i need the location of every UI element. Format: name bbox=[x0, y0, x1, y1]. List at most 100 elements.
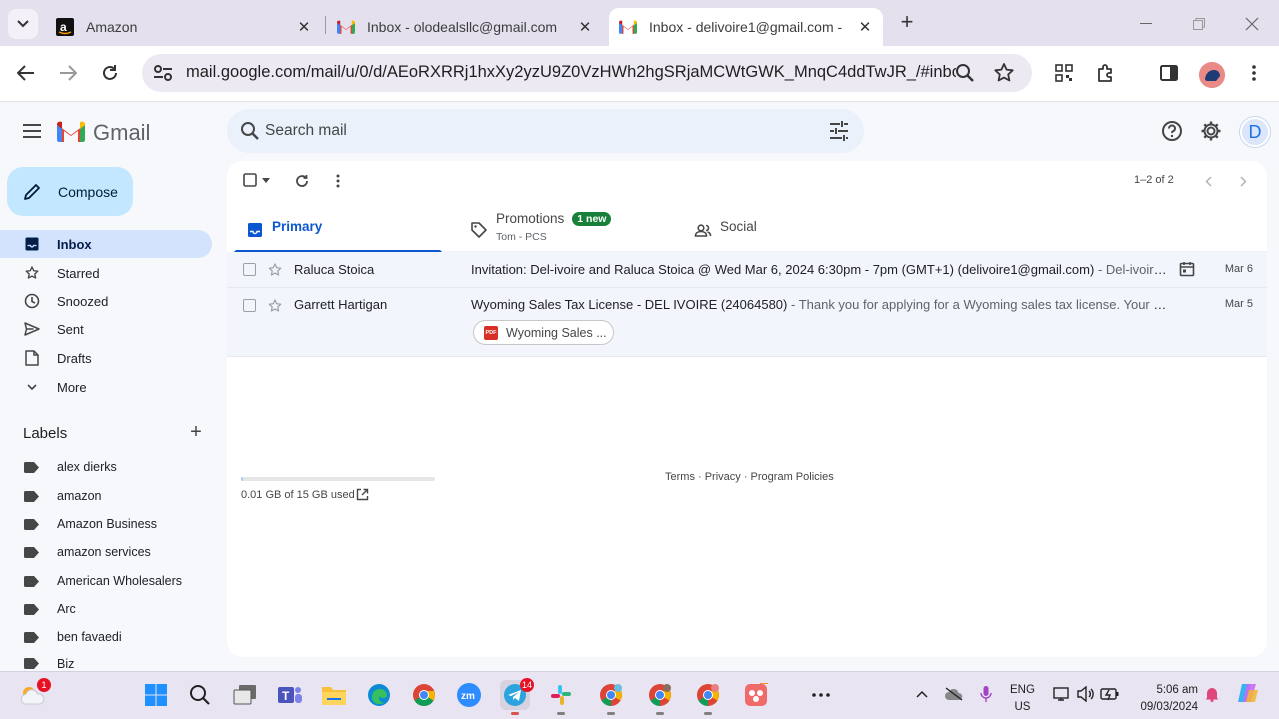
nav-more[interactable]: More bbox=[0, 373, 212, 401]
copilot-icon[interactable] bbox=[1236, 683, 1260, 703]
tab-social[interactable]: Social bbox=[682, 207, 890, 252]
label-item[interactable]: Amazon Business bbox=[0, 510, 212, 538]
label-item[interactable]: amazon bbox=[0, 482, 212, 510]
forward-icon[interactable] bbox=[54, 59, 82, 87]
edge-icon[interactable] bbox=[364, 680, 394, 710]
label-item[interactable]: ben favaedi bbox=[0, 623, 212, 651]
row-checkbox[interactable] bbox=[243, 299, 256, 312]
language-indicator[interactable]: ENG US bbox=[1010, 682, 1035, 716]
address-bar[interactable]: mail.google.com/mail/u/0/d/AEoRXRRj1hxXy… bbox=[142, 54, 1032, 92]
close-tab-icon[interactable]: ✕ bbox=[857, 18, 873, 36]
tray-overflow-icon[interactable] bbox=[913, 684, 931, 704]
region-code: US bbox=[1014, 701, 1031, 713]
select-all-checkbox[interactable] bbox=[243, 173, 257, 187]
zoom-icon[interactable]: zm bbox=[454, 680, 484, 710]
tab-search-dropdown-icon[interactable] bbox=[8, 9, 38, 39]
star-icon[interactable] bbox=[267, 262, 283, 278]
older-page-icon[interactable] bbox=[1236, 173, 1250, 189]
external-link-icon[interactable] bbox=[356, 488, 369, 501]
nav-starred[interactable]: Starred bbox=[0, 259, 212, 287]
label-item[interactable]: American Wholesalers bbox=[0, 567, 212, 595]
chrome-profile-icon[interactable] bbox=[693, 680, 723, 715]
gmail-wordmark[interactable]: Gmail bbox=[93, 120, 150, 146]
reload-icon[interactable] bbox=[96, 59, 124, 87]
search-options-icon[interactable] bbox=[827, 120, 851, 142]
email-row[interactable]: Garrett Hartigan Wyoming Sales Tax Licen… bbox=[227, 288, 1267, 357]
telegram-icon[interactable]: 14 bbox=[500, 678, 534, 715]
settings-gear-icon[interactable] bbox=[1199, 119, 1223, 143]
search-mail-bar[interactable]: Search mail bbox=[227, 109, 864, 153]
support-icon[interactable] bbox=[1160, 119, 1184, 143]
microphone-icon[interactable] bbox=[977, 684, 995, 704]
chrome-profile-icon[interactable] bbox=[596, 680, 626, 715]
email-row[interactable]: Raluca Stoica Invitation: Del-ivoire and… bbox=[227, 252, 1267, 288]
main-menu-icon[interactable] bbox=[20, 119, 44, 143]
browser-tab-amazon[interactable]: a Amazon ✕ bbox=[46, 8, 322, 46]
label-tag-icon bbox=[24, 631, 39, 643]
teams-icon[interactable]: T bbox=[275, 680, 305, 710]
tab-label: Social bbox=[720, 219, 757, 234]
battery-icon[interactable] bbox=[1099, 684, 1121, 704]
add-label-icon[interactable]: + bbox=[187, 422, 205, 442]
chrome-icon[interactable] bbox=[409, 680, 439, 710]
volume-icon[interactable] bbox=[1075, 684, 1097, 704]
url-text[interactable]: mail.google.com/mail/u/0/d/AEoRXRRj1hxXy… bbox=[186, 63, 956, 82]
attachment-chip[interactable]: PDF Wyoming Sales ... bbox=[473, 320, 614, 345]
compose-button[interactable]: Compose bbox=[7, 167, 133, 216]
label-item[interactable]: Arc bbox=[0, 595, 212, 623]
search-input[interactable]: Search mail bbox=[265, 122, 347, 140]
new-tab-icon[interactable]: + bbox=[896, 11, 918, 34]
browser-tab-inbox-olodeals[interactable]: Inbox - olodealsllc@gmail.com ✕ bbox=[327, 8, 603, 46]
nav-sent[interactable]: Sent bbox=[0, 315, 212, 343]
label-item[interactable]: amazon services bbox=[0, 538, 212, 566]
chrome-profile-icon[interactable] bbox=[645, 680, 675, 715]
notification-bell-icon[interactable] bbox=[1203, 684, 1221, 704]
label-item[interactable]: alex dierks bbox=[0, 453, 212, 481]
tab-promotions[interactable]: Promotions 1 new Tom - PCS bbox=[458, 207, 666, 252]
minimize-icon[interactable] bbox=[1134, 12, 1158, 36]
cloud-offline-icon[interactable] bbox=[943, 684, 965, 704]
side-panel-icon[interactable] bbox=[1155, 59, 1183, 87]
close-window-icon[interactable] bbox=[1240, 12, 1264, 36]
row-checkbox[interactable] bbox=[243, 263, 256, 276]
search-icon[interactable] bbox=[185, 680, 215, 710]
select-dropdown-icon[interactable] bbox=[261, 175, 271, 185]
more-options-icon[interactable] bbox=[331, 172, 345, 190]
file-explorer-icon[interactable] bbox=[319, 680, 349, 710]
close-tab-icon[interactable]: ✕ bbox=[296, 18, 312, 36]
back-icon[interactable] bbox=[12, 59, 40, 87]
tag-icon bbox=[471, 222, 487, 238]
close-tab-icon[interactable]: ✕ bbox=[577, 18, 593, 36]
slack-icon[interactable] bbox=[546, 680, 576, 715]
calendar-icon[interactable] bbox=[1179, 261, 1195, 277]
bookmark-star-icon[interactable] bbox=[992, 61, 1016, 85]
star-icon[interactable] bbox=[267, 298, 283, 314]
gmail-logo-icon[interactable] bbox=[57, 121, 85, 142]
restore-icon[interactable] bbox=[1187, 12, 1211, 36]
network-icon[interactable] bbox=[1051, 684, 1073, 704]
windows-start-icon[interactable] bbox=[141, 680, 171, 710]
app-icon[interactable] bbox=[741, 680, 771, 710]
nav-label: Starred bbox=[57, 265, 100, 281]
refresh-icon[interactable] bbox=[293, 172, 311, 190]
nav-drafts[interactable]: Drafts bbox=[0, 344, 212, 372]
site-info-icon[interactable] bbox=[152, 62, 174, 84]
weather-icon[interactable]: 1 bbox=[17, 678, 51, 710]
zoom-icon[interactable] bbox=[954, 62, 976, 84]
nav-snoozed[interactable]: Snoozed bbox=[0, 287, 212, 315]
footer-links[interactable]: Terms · Privacy · Program Policies bbox=[665, 471, 834, 483]
tab-primary[interactable]: Primary bbox=[234, 207, 442, 253]
account-avatar[interactable]: D bbox=[1240, 117, 1270, 147]
search-icon[interactable] bbox=[239, 120, 261, 142]
system-clock[interactable]: 5:06 am 09/03/2024 bbox=[1132, 682, 1198, 716]
browser-menu-icon[interactable] bbox=[1240, 59, 1268, 87]
newer-page-icon[interactable] bbox=[1201, 173, 1215, 189]
more-icon[interactable] bbox=[806, 680, 836, 710]
browser-profile-avatar[interactable] bbox=[1199, 62, 1225, 88]
extensions-icon[interactable] bbox=[1092, 59, 1120, 87]
label-item[interactable]: Biz bbox=[0, 652, 212, 671]
task-view-icon[interactable] bbox=[230, 680, 260, 710]
nav-inbox[interactable]: Inbox bbox=[0, 230, 212, 258]
qr-code-icon[interactable] bbox=[1050, 59, 1078, 87]
browser-tab-inbox-delivoire[interactable]: Inbox - delivoire1@gmail.com - ✕ bbox=[609, 8, 883, 46]
